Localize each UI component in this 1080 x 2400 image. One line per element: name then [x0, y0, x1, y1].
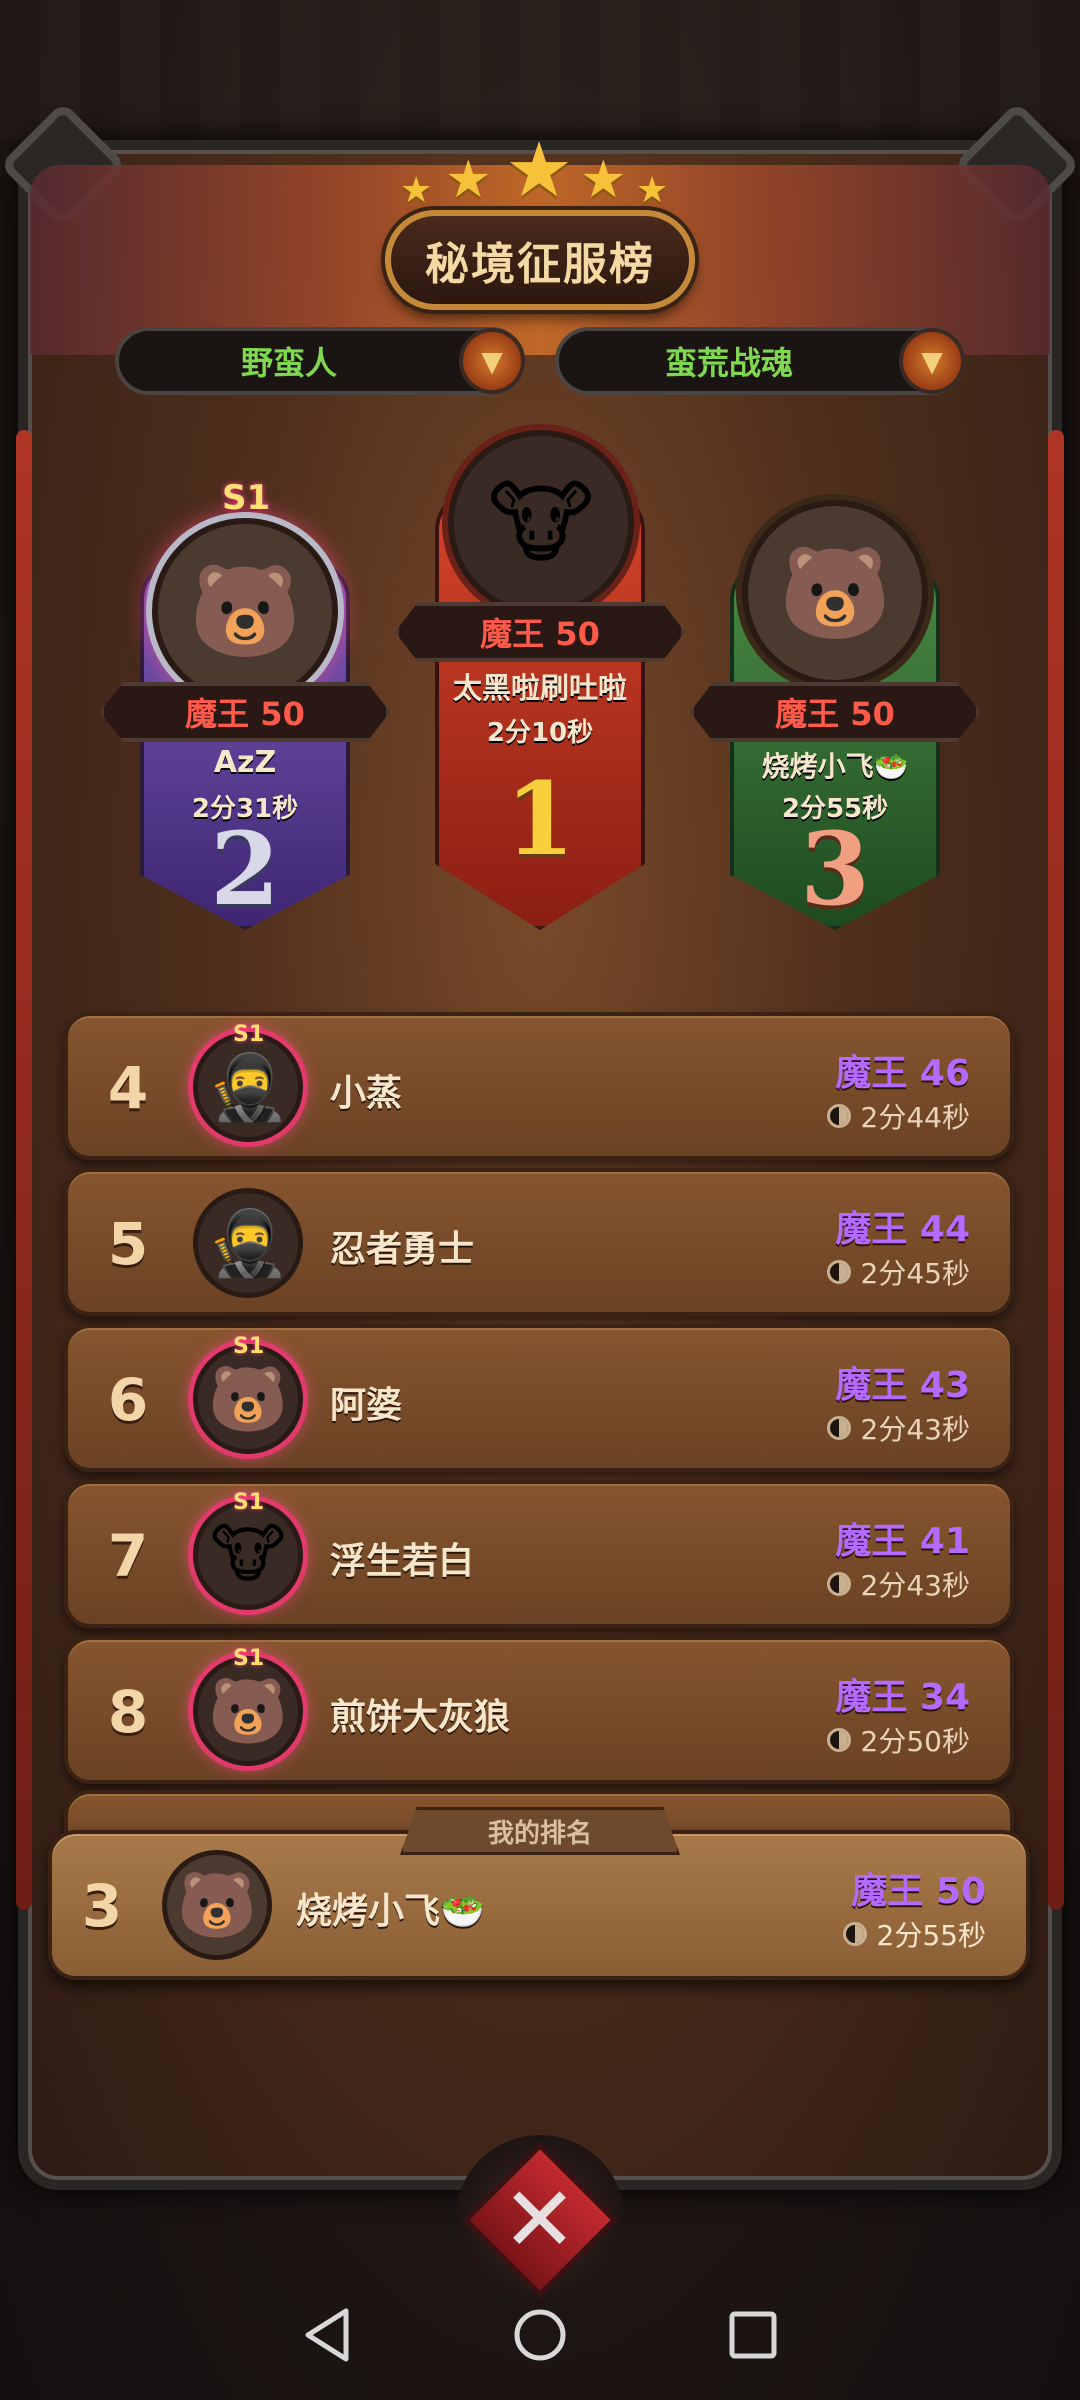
season-badge: S1: [233, 1490, 265, 1515]
season-badge: S1: [233, 1334, 265, 1359]
skill-filter-label: 蛮荒战魂: [664, 344, 793, 382]
avatar: 🐮: [193, 1500, 303, 1610]
list-item[interactable]: 5 🥷 忍者勇士 魔王 44 2分45秒: [64, 1168, 1014, 1316]
player-level: 魔王 41: [835, 1521, 970, 1562]
my-clear-time-text: 2分55秒: [876, 1919, 986, 1952]
clear-time: 2分43秒: [826, 1408, 970, 1448]
clock-icon: [826, 1416, 851, 1440]
rank-number: 5: [107, 1210, 149, 1278]
class-filter-dropdown[interactable]: 野蛮人 ▼: [115, 327, 525, 395]
clear-time-text: 2分44秒: [860, 1101, 970, 1134]
clear-time: 2分44秒: [826, 1096, 970, 1136]
title-stars: ★ ★ ★ ★ ★: [400, 125, 680, 214]
my-clear-time: 2分55秒: [842, 1914, 986, 1954]
player-name: 煎饼大灰狼: [330, 1697, 511, 1738]
title-plate: 秘境征服榜: [385, 210, 695, 310]
podium-rank: 2: [210, 810, 280, 928]
player-name: 小蒸: [330, 1073, 403, 1114]
podium-rank: 1: [505, 760, 575, 878]
recents-square-icon[interactable]: [718, 2300, 788, 2370]
avatar: 🐻: [193, 1344, 303, 1454]
avatar: 🐻: [742, 500, 928, 686]
season-badge: S1: [233, 1022, 265, 1047]
rank-number: 7: [107, 1522, 149, 1590]
skill-filter-dropdown[interactable]: 蛮荒战魂 ▼: [555, 327, 965, 395]
podium-level-text: 魔王 50: [775, 695, 895, 733]
avatar: 🐻: [193, 1656, 303, 1766]
podium-name: 太黑啦刷吐啦: [452, 671, 627, 705]
clock-icon: [826, 1260, 851, 1284]
top-ornament: [0, 0, 1080, 140]
back-triangle-icon[interactable]: [292, 2300, 362, 2370]
my-player-level: 魔王 50: [851, 1871, 986, 1912]
avatar: 🥷: [193, 1188, 303, 1298]
clock-icon: [826, 1572, 851, 1596]
player-level: 魔王 43: [835, 1365, 970, 1406]
avatar: 🥷: [193, 1032, 303, 1142]
left-rail: [16, 430, 32, 1910]
podium-level: 魔王 50: [690, 682, 980, 742]
avatar: 🐻: [162, 1850, 272, 1960]
player-name: 阿婆: [330, 1385, 403, 1426]
page-title: 秘境征服榜: [425, 239, 655, 290]
class-filter-label: 野蛮人: [240, 344, 337, 382]
avatar: 🐮: [448, 430, 634, 616]
podium-level: 魔王 50: [100, 682, 390, 742]
list-item[interactable]: 6 🐻 S1 阿婆 魔王 43 2分43秒: [64, 1324, 1014, 1472]
list-item[interactable]: 8 🐻 S1 煎饼大灰狼 魔王 34 2分50秒: [64, 1636, 1014, 1784]
podium-rank: 3: [800, 810, 870, 928]
home-circle-icon[interactable]: [505, 2300, 575, 2370]
star-icon: ★: [445, 150, 492, 210]
podium-level-text: 魔王 50: [480, 615, 600, 653]
my-rank-number: 3: [81, 1872, 123, 1940]
chevron-down-icon[interactable]: ▼: [899, 328, 965, 394]
list-item[interactable]: 4 🥷 S1 小蒸 魔王 46 2分44秒: [64, 1012, 1014, 1160]
clear-time-text: 2分43秒: [860, 1413, 970, 1446]
clear-time-text: 2分43秒: [860, 1569, 970, 1602]
clear-time: 2分45秒: [826, 1252, 970, 1292]
my-player-name: 烧烤小飞🥗: [296, 1891, 485, 1932]
podium-name: AzZ: [213, 745, 277, 780]
player-level: 魔王 34: [835, 1677, 970, 1718]
chevron-down-icon[interactable]: ▼: [459, 328, 525, 394]
rank-number: 8: [107, 1678, 149, 1746]
star-icon: ★: [400, 170, 433, 211]
rank-number: 4: [107, 1054, 149, 1122]
clear-time: 2分50秒: [826, 1720, 970, 1760]
season-badge: S1: [233, 1646, 265, 1671]
rank-number: 6: [107, 1366, 149, 1434]
player-level: 魔王 44: [835, 1209, 970, 1250]
clock-icon: [842, 1922, 867, 1946]
podium-name: 烧烤小飞🥗: [761, 750, 909, 783]
list-item[interactable]: 7 🐮 S1 浮生若白 魔王 41 2分43秒: [64, 1480, 1014, 1628]
podium-level: 魔王 50: [395, 602, 685, 662]
my-rank-tab-label: 我的排名: [487, 1818, 592, 1849]
podium-level-text: 魔王 50: [185, 695, 305, 733]
avatar: 🐻: [152, 518, 338, 704]
player-name: 忍者勇士: [330, 1229, 475, 1270]
podium-time: 2分10秒: [486, 718, 594, 748]
season-badge: S1: [222, 478, 271, 518]
star-icon: ★: [580, 150, 627, 210]
clock-icon: [826, 1104, 851, 1128]
system-nav-bar: [0, 2270, 1080, 2400]
clock-icon: [826, 1728, 851, 1752]
player-level: 魔王 46: [835, 1053, 970, 1094]
right-rail: [1048, 430, 1064, 1910]
clear-time-text: 2分45秒: [860, 1257, 970, 1290]
star-icon: ★: [636, 170, 669, 211]
clear-time: 2分43秒: [826, 1564, 970, 1604]
star-icon: ★: [505, 125, 574, 214]
player-name: 浮生若白: [330, 1541, 475, 1582]
clear-time-text: 2分50秒: [860, 1725, 970, 1758]
my-rank-tab: 我的排名: [400, 1807, 680, 1855]
